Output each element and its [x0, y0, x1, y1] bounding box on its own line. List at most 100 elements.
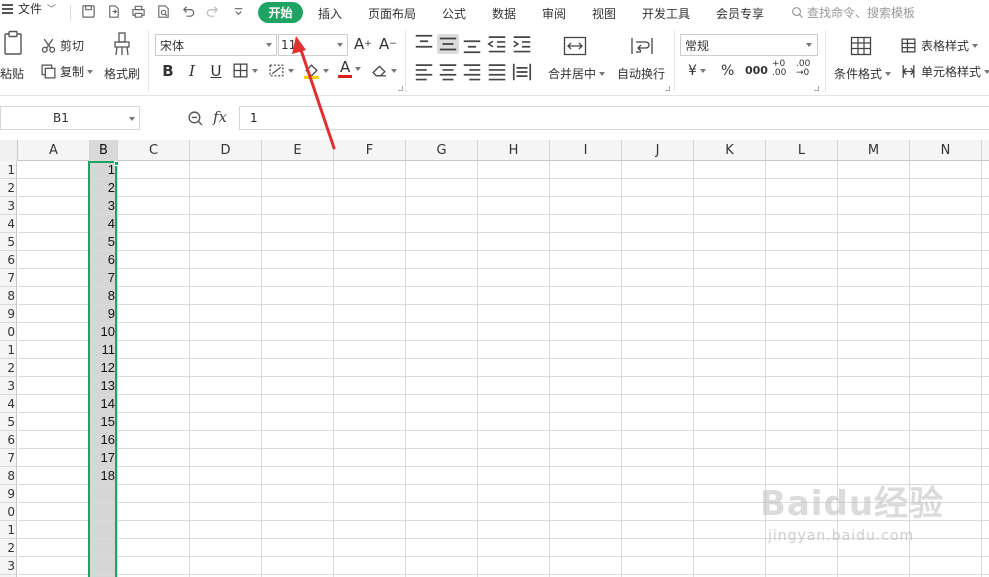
row-header[interactable]: 4: [0, 395, 16, 413]
cut-button[interactable]: 剪切: [40, 37, 84, 54]
row-header[interactable]: 8: [0, 467, 16, 485]
row-header[interactable]: 2: [0, 179, 16, 197]
row-header[interactable]: 7: [0, 269, 16, 287]
tab-insert[interactable]: 插入: [318, 5, 342, 22]
column-header-h[interactable]: H: [478, 140, 550, 161]
spreadsheet-grid[interactable]: ABCDEFGHIJKLMN 12345678901234567890123 1…: [0, 140, 989, 577]
decrease-font-size-button[interactable]: A −: [379, 35, 397, 53]
column-header-i[interactable]: I: [550, 140, 622, 161]
column-header-c[interactable]: C: [118, 140, 190, 161]
fill-handle[interactable]: [114, 161, 119, 166]
conditional-format-button[interactable]: 条件格式: [834, 65, 892, 82]
column-header-e[interactable]: E: [262, 140, 334, 161]
cell-style-button[interactable]: 单元格样式: [900, 63, 989, 80]
row-header[interactable]: 2: [0, 359, 16, 377]
tab-member[interactable]: 会员专享: [716, 5, 764, 22]
fx-icon[interactable]: fx: [213, 108, 227, 126]
align-left-button[interactable]: [413, 62, 435, 82]
row-header[interactable]: 1: [0, 521, 16, 539]
row-header[interactable]: 6: [0, 431, 16, 449]
thousands-separator-button[interactable]: 000: [745, 64, 768, 77]
customize-chevron-icon[interactable]: [230, 3, 247, 20]
row-header[interactable]: 0: [0, 323, 16, 341]
row-header[interactable]: 9: [0, 485, 16, 503]
borders-button[interactable]: [232, 62, 258, 79]
font-color-button[interactable]: A: [338, 60, 362, 78]
align-top-button[interactable]: [413, 34, 435, 54]
underline-button[interactable]: U: [206, 61, 226, 81]
clear-format-button[interactable]: [371, 62, 397, 79]
row-header[interactable]: 6: [0, 251, 16, 269]
font-dialog-launcher[interactable]: [398, 86, 403, 91]
select-all-corner[interactable]: [0, 140, 18, 161]
align-bottom-button[interactable]: [461, 34, 483, 54]
tab-review[interactable]: 审阅: [542, 5, 566, 22]
column-header-b[interactable]: B: [90, 140, 118, 161]
decrease-indent-button[interactable]: [486, 34, 508, 54]
alignment-dialog-launcher[interactable]: [665, 86, 670, 91]
column-header-n[interactable]: N: [910, 140, 982, 161]
wrap-icon[interactable]: [630, 36, 654, 56]
row-header[interactable]: 3: [0, 377, 16, 395]
tab-data[interactable]: 数据: [492, 5, 516, 22]
column-header-f[interactable]: F: [334, 140, 406, 161]
column-header-l[interactable]: L: [766, 140, 838, 161]
export-icon[interactable]: [105, 3, 122, 20]
row-header[interactable]: 3: [0, 557, 16, 575]
conditional-format-icon[interactable]: [850, 36, 872, 56]
column-header-g[interactable]: G: [406, 140, 478, 161]
row-header[interactable]: 7: [0, 449, 16, 467]
copy-button[interactable]: 复制: [40, 63, 94, 80]
table-style-button[interactable]: 表格样式: [900, 37, 979, 54]
row-header[interactable]: 0: [0, 503, 16, 521]
row-header[interactable]: 4: [0, 215, 16, 233]
tab-home[interactable]: 开始: [258, 2, 303, 23]
column-header-d[interactable]: D: [190, 140, 262, 161]
name-box[interactable]: B1: [0, 106, 140, 130]
row-header[interactable]: 9: [0, 305, 16, 323]
increase-indent-button[interactable]: [511, 34, 533, 54]
align-right-button[interactable]: [461, 62, 483, 82]
fill-color-button[interactable]: [303, 62, 329, 79]
format-painter-button[interactable]: 格式刷: [104, 65, 140, 82]
row-header[interactable]: 5: [0, 413, 16, 431]
column-header-j[interactable]: J: [622, 140, 694, 161]
merge-icon[interactable]: [563, 36, 587, 56]
bold-button[interactable]: B: [158, 61, 178, 81]
align-middle-button[interactable]: [437, 34, 459, 54]
row-header[interactable]: 1: [0, 341, 16, 359]
tab-developer[interactable]: 开发工具: [642, 5, 690, 22]
column-header-m[interactable]: M: [838, 140, 910, 161]
paste-icon[interactable]: [2, 30, 24, 56]
formula-input[interactable]: 1: [239, 106, 989, 130]
distributed-align-button[interactable]: [511, 62, 533, 82]
row-header[interactable]: 8: [0, 287, 16, 305]
increase-decimal-button[interactable]: +0 .00: [772, 60, 786, 78]
undo-icon[interactable]: [180, 3, 197, 20]
tab-view[interactable]: 视图: [592, 5, 616, 22]
brush-icon[interactable]: [112, 32, 132, 56]
justify-button[interactable]: [486, 62, 508, 82]
row-header[interactable]: 1: [0, 161, 16, 179]
fill-pattern-button[interactable]: [268, 62, 294, 79]
decrease-decimal-button[interactable]: .00 →0: [796, 60, 810, 78]
number-dialog-launcher[interactable]: [814, 86, 819, 91]
row-header[interactable]: 3: [0, 197, 16, 215]
row-header[interactable]: 2: [0, 539, 16, 557]
font-size-select[interactable]: 11: [278, 34, 348, 56]
column-header-a[interactable]: A: [18, 140, 90, 161]
increase-font-size-button[interactable]: A +: [354, 35, 372, 53]
merge-center-button[interactable]: 合并居中: [548, 65, 606, 82]
percent-button[interactable]: %: [721, 63, 734, 79]
wrap-text-button[interactable]: 自动换行: [617, 65, 665, 82]
cell-area[interactable]: 1 2 3 4 5 6 7 8 9 10 11 12 13 14 15 16 17 18: [18, 161, 989, 577]
paste-button[interactable]: 粘贴: [0, 65, 24, 82]
tab-page-layout[interactable]: 页面布局: [368, 5, 416, 22]
italic-button[interactable]: I: [182, 61, 202, 81]
print-icon[interactable]: [130, 3, 147, 20]
row-header[interactable]: 5: [0, 233, 16, 251]
tab-formulas[interactable]: 公式: [442, 5, 466, 22]
currency-button[interactable]: ¥: [688, 63, 706, 79]
column-header-k[interactable]: K: [694, 140, 766, 161]
print-preview-icon[interactable]: [155, 3, 172, 20]
